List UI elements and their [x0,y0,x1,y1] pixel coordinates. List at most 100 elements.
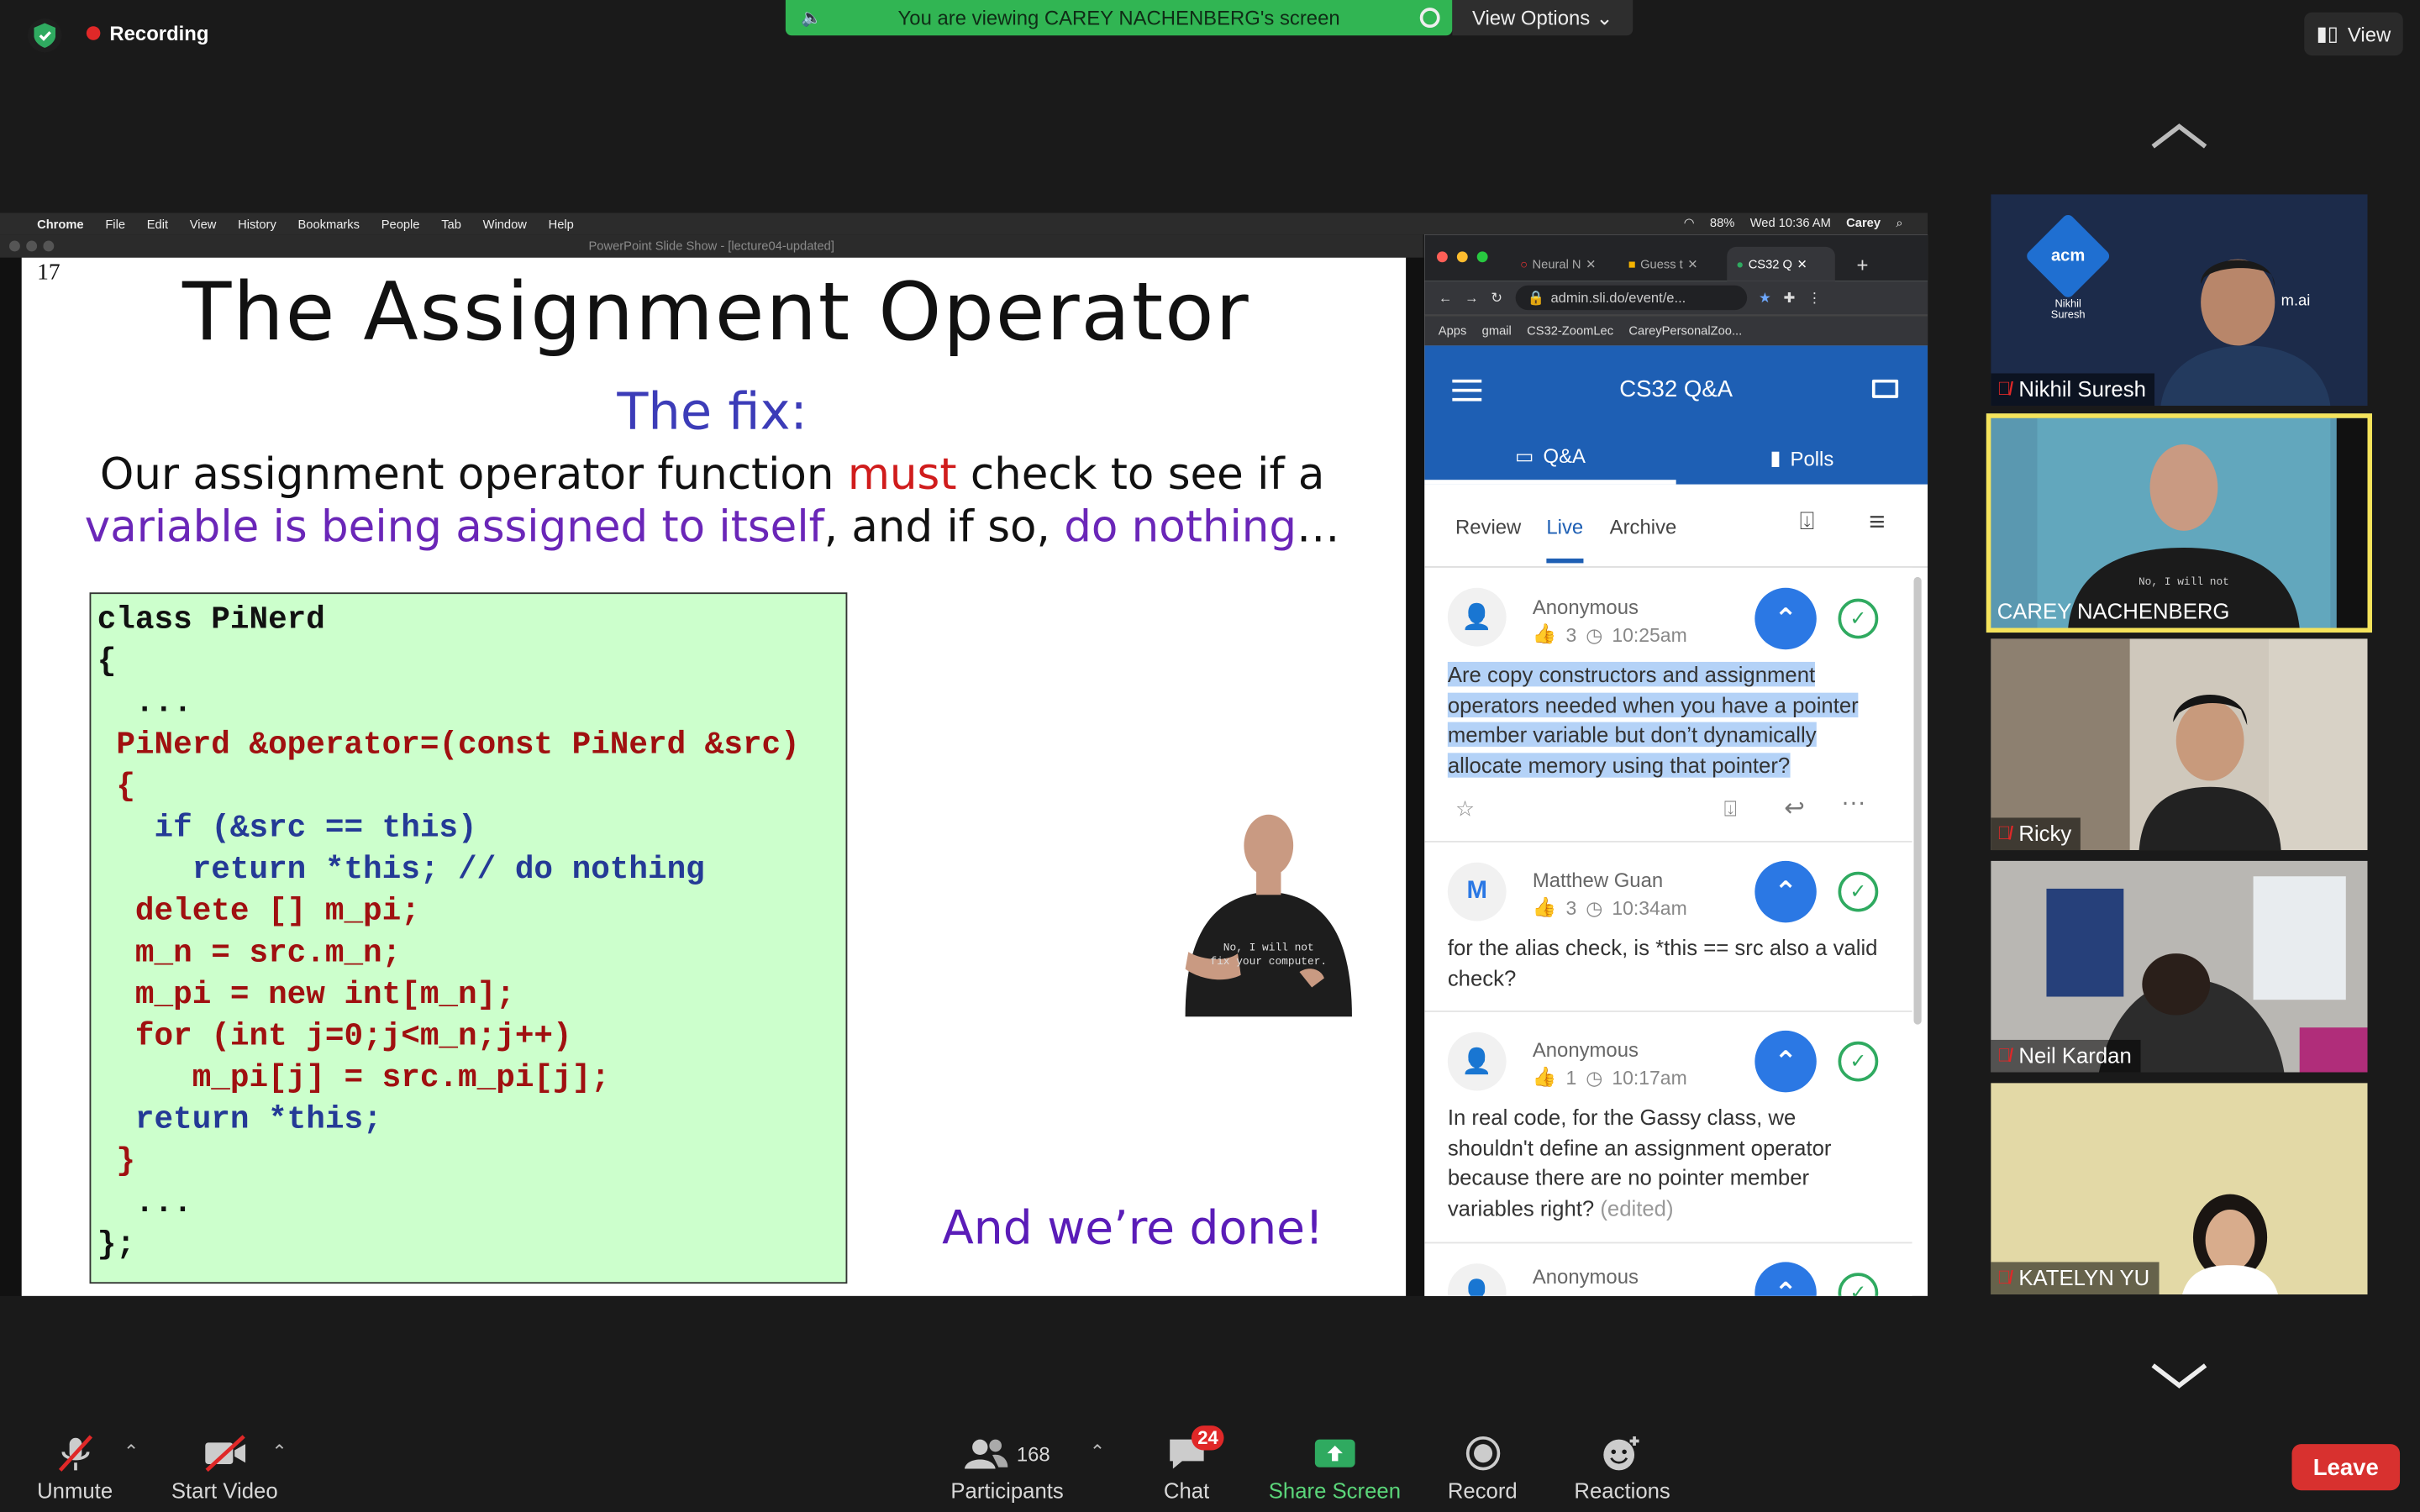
reactions-icon [1602,1435,1643,1472]
close-icon[interactable]: ✕ [1586,257,1596,271]
participants-count: 168 [1016,1441,1050,1465]
participant-name-label: 🎙̸ Nikhil Suresh [1991,373,2155,407]
question-item: 👤 Anonymous 👍 3 ◷ 10:25am ⌃ ✓ Are copy cons… [1424,568,1912,843]
participant-video [2160,259,2331,407]
bookmarks-bar: Apps gmail CS32-ZoomLec CareyPersonalZoo… [1424,314,1928,346]
highlight-button[interactable]: ⌃ [1754,860,1817,923]
spotlight-icon: ⌕ [1896,216,1903,230]
shirt-text-2: fix your computer. [1210,955,1327,968]
participant-name-label: 🎙̸ Neil Kardan [1991,1039,2141,1073]
bookmark-apps[interactable]: Apps [1439,324,1466,339]
archive-icon[interactable]: ⍗ [1724,796,1737,822]
question-text: In real code, for the Gassy class, we sh… [1448,1103,1880,1223]
question-list: 👤 Anonymous 👍 3 ◷ 10:25am ⌃ ✓ Are copy cons… [1424,567,1912,1296]
chat-bubble-icon: ▭ [1514,444,1534,467]
participants-label: Participants [950,1478,1064,1503]
extensions-icon[interactable]: ✚ [1784,289,1796,306]
question-list-scrollbar[interactable] [1913,576,1922,1025]
line1-must: must [847,449,957,501]
chrome-tab-cs32[interactable]: ● CS32 Q ✕ [1727,246,1835,281]
tab-live[interactable]: Live [1546,515,1584,564]
slide-title: The Assignment Operator [182,266,1250,360]
viewing-screen-banner: 🔈 You are viewing CAREY NACHENBERG's scr… [785,0,1453,36]
gallery-scroll-up-icon[interactable] [2150,120,2209,151]
view-options-button[interactable]: View Options ⌄ [1452,0,1634,36]
video-tile-katelyn[interactable]: 🎙̸ KATELYN YU [1991,1083,2368,1294]
reload-icon[interactable]: ↻ [1491,289,1502,306]
video-tile-neil[interactable]: 🎙̸ Neil Kardan [1991,860,2368,1073]
question-author: Anonymous [1532,1038,1639,1062]
tab-qa-label: Q&A [1543,444,1586,468]
security-shield-icon[interactable] [28,18,62,53]
bookmark-gmail[interactable]: gmail [1482,324,1512,339]
share-screen-button[interactable]: Share Screen [1269,1435,1401,1503]
highlight-button[interactable]: ⌃ [1754,1030,1817,1093]
close-icon[interactable]: ✕ [1797,257,1807,271]
menu-clock: Wed 10:36 AM [1749,216,1831,230]
archive-all-icon[interactable]: ⍗ [1800,509,1815,537]
video-tile-ricky[interactable]: 🎙̸ Ricky [1991,638,2368,851]
close-icon[interactable]: ✕ [1687,257,1697,271]
mark-answered-button[interactable]: ✓ [1838,871,1879,912]
unmute-button[interactable]: Unmute [37,1435,113,1503]
new-tab-button[interactable]: + [1848,247,1869,281]
participant-name-label: 🎙̸ Ricky [1991,817,2081,851]
present-mode-icon[interactable] [1871,379,1899,398]
leave-meeting-button[interactable]: Leave [2291,1444,2401,1491]
reactions-label: Reactions [1574,1478,1670,1503]
highlight-button[interactable]: ⌃ [1754,587,1817,650]
audio-options-chevron-icon[interactable]: ⌃ [124,1441,139,1462]
bookmark-carey[interactable]: CareyPersonalZoo... [1628,324,1742,339]
star-icon[interactable]: ☆ [1455,796,1475,822]
video-options-chevron-icon[interactable]: ⌃ [271,1441,287,1462]
more-icon[interactable]: ··· [1841,790,1865,817]
question-time: 10:17am [1612,1067,1687,1089]
code-block: class PiNerd { ... PiNerd &operator=(con… [89,592,848,1284]
url-field[interactable]: 🔒 admin.sli.do/event/e... [1514,285,1747,311]
acm-subtitle: Nikhil Suresh [2050,299,2086,322]
video-tile-carey[interactable]: No, I will not CAREY NACHENBERG [1986,413,2373,633]
mark-answered-button[interactable]: ✓ [1838,598,1879,639]
tab-archive[interactable]: Archive [1610,515,1677,538]
avatar: 👤 [1447,587,1507,647]
tab-polls[interactable]: ▮ Polls [1676,432,1928,484]
forward-icon[interactable]: → [1465,290,1479,305]
slides-icon: ■ [1628,256,1636,271]
view-layout-button[interactable]: ▮▯ View [2304,12,2403,56]
star-icon[interactable]: ★ [1759,289,1771,306]
video-tile-nikhil[interactable]: acm Nikhil Suresh m.ai 🎙̸ Nikhil Suresh [1991,194,2368,407]
mark-answered-button[interactable]: ✓ [1838,1273,1879,1296]
record-button[interactable]: Record [1448,1435,1518,1503]
record-label: Record [1447,1478,1518,1503]
unmute-label: Unmute [37,1478,113,1503]
question-author: Matthew Guan [1532,869,1664,892]
back-icon[interactable]: ← [1439,290,1453,305]
like-icon: 👍 [1532,1066,1557,1088]
mark-answered-button[interactable]: ✓ [1838,1041,1879,1082]
participants-button[interactable]: 168 Participants [950,1435,1064,1503]
participants-chevron-icon[interactable]: ⌃ [1090,1441,1105,1462]
tab-qa[interactable]: ▭ Q&A [1424,432,1676,485]
reactions-button[interactable]: Reactions [1574,1435,1670,1503]
view-label: View [2347,22,2391,46]
layout-icon: ▮▯ [2316,21,2338,45]
menu-item-edit: Edit [146,217,169,231]
menu-dots-icon[interactable]: ⋮ [1807,289,1822,306]
question-text: Are copy constructors and assignment ope… [1447,660,1880,780]
start-video-button[interactable]: Start Video [171,1435,278,1503]
view-options-label: View Options [1471,6,1591,29]
gallery-scroll-down-icon[interactable] [2150,1361,2209,1392]
chrome-tab-guess[interactable]: ■ Guess t ✕ [1619,247,1721,281]
reply-icon[interactable]: ↩ [1784,793,1805,824]
question-item: M Matthew Guan 👍 3 ◷ 10:34am ⌃ ✓ for the al… [1424,843,1912,1012]
chrome-tab-neural[interactable]: ○ Neural N ✕ [1511,247,1612,281]
bookmark-cs32[interactable]: CS32-ZoomLec [1527,324,1613,339]
like-count: 3 [1565,897,1577,919]
highlight-button[interactable]: ⌃ [1754,1262,1817,1296]
question-item: 👤 Anonymous ⌃ ✓ [1424,1243,1912,1296]
avatar: M [1447,862,1507,921]
shared-mac-menubar: Chrome File Edit View History Bookmarks … [0,213,1928,235]
filter-icon[interactable]: ≡ [1869,506,1885,538]
participant-name: Ricky [2018,821,2072,846]
tab-review[interactable]: Review [1455,515,1521,538]
